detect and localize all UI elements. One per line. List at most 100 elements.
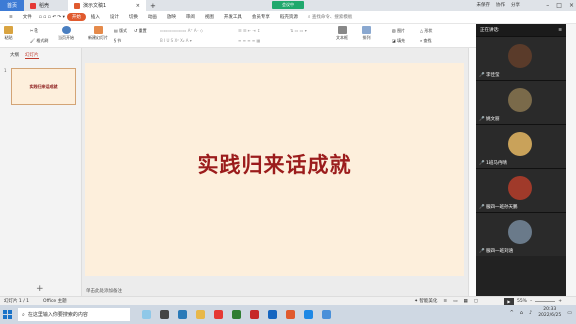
reading-view-icon[interactable]: ▢ bbox=[474, 299, 478, 304]
panel-menu-icon[interactable]: ≡ bbox=[558, 28, 562, 33]
shapes-button[interactable]: △ 形状 bbox=[420, 28, 432, 34]
find-button[interactable]: ⌕ 查找 bbox=[420, 38, 432, 44]
close-window-icon[interactable]: × bbox=[569, 2, 574, 9]
task-view-icon[interactable] bbox=[160, 310, 169, 319]
photoshop-icon[interactable] bbox=[268, 310, 277, 319]
participant-tile[interactable]: 🎤 服四一班刘涵 bbox=[476, 212, 566, 256]
notification-icon[interactable]: ▭ bbox=[567, 310, 572, 316]
share-button[interactable]: 分享 bbox=[511, 2, 520, 8]
side-scroll[interactable] bbox=[566, 24, 576, 300]
menu-insert[interactable]: 插入 bbox=[86, 14, 105, 20]
paragraph-controls[interactable]: ☰ ☰ ⇤ ⇥ ↕ bbox=[238, 28, 260, 33]
menu-slideshow[interactable]: 放映 bbox=[162, 14, 181, 20]
minimize-icon[interactable]: – bbox=[546, 2, 549, 9]
from-current-button[interactable]: 当页开始 bbox=[58, 26, 74, 41]
weather-icon[interactable] bbox=[142, 310, 151, 319]
tab-slides[interactable]: 幻灯片 bbox=[25, 52, 39, 59]
search-command[interactable]: ⌕ 查找命令、搜索模板 bbox=[303, 14, 357, 20]
quick-access-icons[interactable]: ▫ ▫ ▫ ↶ ↷ ▾ bbox=[37, 15, 67, 20]
windows-start-icon[interactable] bbox=[0, 305, 14, 324]
taskbar-search-input[interactable]: ⌕ 在这里输入你要搜索的内容 bbox=[18, 308, 130, 321]
presentation-icon bbox=[74, 2, 80, 9]
menu-home[interactable]: 开始 bbox=[66, 13, 86, 21]
participant-tile[interactable]: 🎤 姚文丽 bbox=[476, 80, 566, 124]
edge-icon[interactable] bbox=[178, 310, 187, 319]
beautify-button[interactable]: ✦ 智能美化 bbox=[414, 298, 437, 304]
powerpoint-icon[interactable] bbox=[286, 310, 295, 319]
close-tab-icon[interactable]: × bbox=[136, 3, 140, 9]
find-label: 查找 bbox=[423, 38, 432, 43]
fill-button[interactable]: ◪ 填充 bbox=[392, 38, 405, 44]
video-panel-header: 正在讲话: ≡ bbox=[476, 24, 566, 36]
theme-name[interactable]: Office 主题 bbox=[43, 298, 67, 304]
network-icon[interactable]: ⌂ bbox=[520, 310, 523, 316]
add-slide-icon[interactable]: + bbox=[36, 284, 44, 294]
participant-tile[interactable]: 🎤 李佳莹 bbox=[476, 36, 566, 80]
text-direction-controls[interactable]: ⇅ ▭ ▭ ▾ bbox=[290, 28, 307, 33]
volume-icon[interactable]: ♪ bbox=[529, 310, 532, 316]
notes-placeholder[interactable]: 单击此处添加备注 bbox=[86, 288, 122, 294]
cut-copy-group[interactable]: ✂ ⎘ bbox=[30, 28, 38, 33]
section-button[interactable]: § 节 bbox=[114, 38, 121, 44]
normal-view-icon[interactable]: ▭ bbox=[453, 299, 457, 304]
new-slide-button[interactable]: 新建幻灯片 bbox=[88, 26, 108, 41]
reset-button[interactable]: ↺ 重置 bbox=[134, 28, 147, 34]
font-style-controls[interactable]: B I U S X² X₂ A ▾ bbox=[160, 38, 192, 43]
slide[interactable]: 实践归来话成就 bbox=[85, 63, 464, 276]
menu-docer-resources[interactable]: 稻壳资源 bbox=[275, 14, 303, 20]
participant-tile[interactable]: 🎤 1班马冉晴 bbox=[476, 124, 566, 168]
word-icon[interactable] bbox=[304, 310, 313, 319]
slideshow-play-button[interactable]: ▶ bbox=[503, 298, 514, 305]
meeting-app-icon[interactable] bbox=[322, 310, 331, 319]
participant-tile[interactable]: 🎤 服四一班孙天鹏 bbox=[476, 168, 566, 212]
menu-member[interactable]: 会员专享 bbox=[247, 14, 275, 20]
zoom-slider[interactable] bbox=[535, 301, 556, 302]
menu-transition[interactable]: 切换 bbox=[124, 14, 143, 20]
file-explorer-icon[interactable] bbox=[196, 310, 205, 319]
menu-review[interactable]: 审阅 bbox=[181, 14, 200, 20]
tab-presentation[interactable]: 演示文稿1 × bbox=[68, 0, 146, 11]
menu-file[interactable]: 文件 bbox=[18, 14, 37, 20]
picture-button[interactable]: ▧ 图片 bbox=[392, 28, 405, 34]
collaborate-button[interactable]: 协作 bbox=[496, 2, 505, 8]
docer-icon bbox=[30, 2, 36, 9]
notes-toggle-icon[interactable]: ≡ bbox=[443, 299, 447, 304]
unsaved-status[interactable]: 未保存 bbox=[477, 2, 491, 8]
maximize-icon[interactable]: □ bbox=[556, 2, 562, 9]
arrange-button[interactable]: 排列 bbox=[362, 26, 371, 41]
clock-date: 2022/6/25 bbox=[538, 313, 562, 318]
zoom-out-icon[interactable]: – bbox=[530, 299, 532, 304]
textbox-button[interactable]: 文本框 bbox=[336, 26, 348, 41]
new-tab-icon[interactable]: + bbox=[146, 2, 160, 10]
slide-title[interactable]: 实践归来话成就 bbox=[198, 149, 352, 179]
menu-animation[interactable]: 动画 bbox=[143, 14, 162, 20]
right-toolbar[interactable] bbox=[468, 48, 476, 296]
tray-chevron-icon[interactable]: ^ bbox=[510, 310, 514, 316]
wps-icon[interactable] bbox=[214, 310, 223, 319]
format-painter-button[interactable]: 🖌 格式刷 bbox=[30, 38, 48, 44]
menu-view[interactable]: 视图 bbox=[200, 14, 219, 20]
paste-button[interactable]: 粘贴 bbox=[4, 26, 13, 41]
excel-icon[interactable] bbox=[232, 310, 241, 319]
menu-design[interactable]: 设计 bbox=[105, 14, 124, 20]
clock[interactable]: 20:33 2022/6/25 bbox=[538, 307, 561, 319]
textbox-icon bbox=[337, 26, 347, 34]
slide-thumbnail[interactable]: 实践归来话成就 bbox=[11, 68, 76, 105]
font-controls[interactable]: ▭▭▭▭▭▭▭ A⁺ A⁻ ◇ bbox=[160, 28, 203, 33]
menu-developer[interactable]: 开发工具 bbox=[219, 14, 247, 20]
menu-hamburger-icon[interactable]: ≡ bbox=[4, 15, 18, 20]
align-controls[interactable]: ≡ ≡ ≡ ≡ ▦ bbox=[238, 38, 260, 43]
pdf-icon[interactable] bbox=[250, 310, 259, 319]
avatar bbox=[508, 220, 532, 244]
zoom-value[interactable]: 55% bbox=[517, 299, 527, 304]
layout-button[interactable]: ▤ 版式 bbox=[114, 28, 127, 34]
section-label: 节 bbox=[117, 38, 122, 43]
zoom-in-icon[interactable]: + bbox=[558, 299, 562, 304]
meeting-badge[interactable]: 会议中 bbox=[272, 1, 304, 9]
tab-outline[interactable]: 大纲 bbox=[10, 52, 19, 59]
tab-docer[interactable]: 稻壳 bbox=[24, 0, 68, 11]
menu-actions: 未保存 协作 分享 bbox=[477, 2, 521, 8]
tab-home[interactable]: 首页 bbox=[0, 0, 24, 11]
sorter-view-icon[interactable]: ▦ bbox=[463, 299, 467, 304]
tab-home-label: 首页 bbox=[6, 3, 17, 9]
